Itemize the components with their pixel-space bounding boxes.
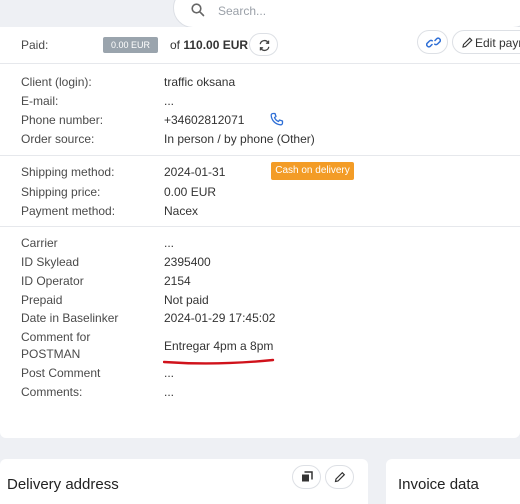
baselinker-date-value: 2024-01-29 17:45:02	[164, 311, 276, 325]
email-label: E-mail:	[21, 94, 59, 108]
edit-payment-button[interactable]: Edit payment	[452, 30, 520, 54]
pencil-icon	[462, 37, 473, 48]
link-button[interactable]	[417, 30, 448, 54]
refresh-icon	[259, 39, 270, 52]
comments-value: ...	[164, 385, 175, 399]
phone-value: +34602812071	[164, 113, 245, 127]
prepaid-label: Prepaid	[21, 293, 63, 307]
shipping-method-value: 2024-01-31	[164, 165, 226, 179]
email-value: ...	[164, 94, 175, 108]
shipping-method-label: Shipping method:	[21, 165, 115, 179]
id-skylead-label: ID Skylead	[21, 255, 80, 269]
comment-postman-value: Entregar 4pm a 8pm	[164, 339, 274, 353]
client-login-label: Client (login):	[21, 75, 92, 89]
search-icon	[191, 3, 205, 17]
of-text: of	[170, 38, 181, 52]
comments-label: Comments:	[21, 385, 83, 399]
edit-payment-label: Edit payment	[475, 36, 520, 50]
divider	[0, 155, 520, 156]
delivery-address-title: Delivery address	[7, 476, 119, 493]
comment-postman-label-line1: Comment for	[21, 330, 91, 344]
id-operator-label: ID Operator	[21, 274, 84, 288]
red-underline-annotation	[163, 358, 275, 365]
invoice-data-panel: Invoice data	[386, 459, 520, 504]
payment-method-value: Nacex	[164, 204, 199, 218]
prepaid-value: Not paid	[164, 293, 209, 307]
payment-total: of 110.00 EUR	[170, 38, 248, 52]
paid-label: Paid:	[21, 38, 49, 52]
carrier-value: ...	[164, 236, 175, 250]
phone-icon[interactable]	[270, 112, 284, 126]
order-source-label: Order source:	[21, 132, 95, 146]
paid-amount-badge: 0.00 EUR	[103, 37, 158, 53]
link-icon	[426, 37, 441, 48]
baselinker-date-label: Date in Baselinker	[21, 311, 119, 325]
delivery-address-panel: Delivery address	[0, 459, 368, 504]
divider	[0, 63, 520, 64]
divider	[0, 226, 520, 227]
carrier-label: Carrier	[21, 236, 58, 250]
invoice-data-title: Invoice data	[398, 476, 479, 493]
edit-address-button[interactable]	[325, 465, 354, 489]
comment-postman-label-line2: POSTMAN	[21, 347, 81, 361]
shipping-price-value: 0.00 EUR	[164, 185, 217, 199]
refresh-button[interactable]	[249, 33, 278, 56]
client-login-value: traffic oksana	[164, 75, 236, 89]
search-bar[interactable]	[173, 0, 520, 28]
id-operator-value: 2154	[164, 274, 191, 288]
copy-icon	[302, 471, 313, 482]
post-comment-value: ...	[164, 366, 175, 380]
shipping-price-label: Shipping price:	[21, 185, 101, 199]
payment-method-label: Payment method:	[21, 204, 116, 218]
phone-label: Phone number:	[21, 113, 104, 127]
id-skylead-value: 2395400	[164, 255, 211, 269]
total-amount: 110.00 EUR	[183, 38, 249, 52]
cash-on-delivery-badge: Cash on delivery	[271, 162, 354, 180]
order-source-value: In person / by phone (Other)	[164, 132, 315, 146]
copy-address-button[interactable]	[292, 465, 321, 489]
search-input[interactable]	[218, 2, 498, 20]
post-comment-label: Post Comment	[21, 366, 101, 380]
pencil-icon	[334, 471, 346, 483]
